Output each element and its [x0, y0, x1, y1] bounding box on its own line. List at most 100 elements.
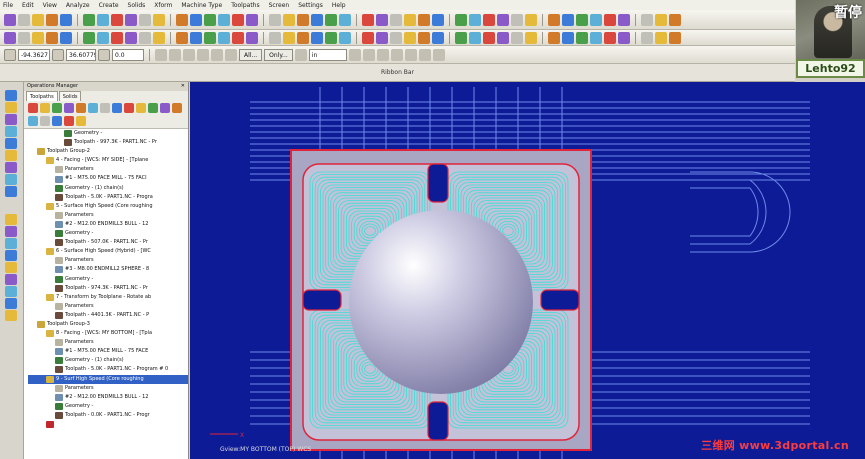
- secondary-tool-icon[interactable]: [562, 31, 574, 44]
- secondary-tool-icon[interactable]: [548, 31, 560, 44]
- tree-item[interactable]: 6 - Surface High Speed (Hybrid) - [WC: [28, 247, 188, 256]
- main-tool-icon[interactable]: [604, 13, 616, 26]
- secondary-tool-icon[interactable]: [46, 31, 58, 44]
- main-tool-icon[interactable]: [432, 13, 444, 26]
- main-tool-icon[interactable]: [83, 13, 95, 26]
- secondary-tool-icon[interactable]: [432, 31, 444, 44]
- tree-item[interactable]: [28, 420, 188, 429]
- tree-item[interactable]: Toolpath - 5.0K - PART1.NC - Program # 0: [28, 365, 188, 374]
- tree-item[interactable]: Toolpath - 974.3K - PART1.NC - Pr: [28, 284, 188, 293]
- secondary-tool-icon[interactable]: [618, 31, 630, 44]
- tree-item[interactable]: Parameters: [28, 302, 188, 311]
- main-tool-icon[interactable]: [111, 13, 123, 26]
- main-tool-icon[interactable]: [204, 13, 216, 26]
- only-button[interactable]: Only...: [264, 48, 293, 61]
- color-icon[interactable]: [183, 48, 195, 61]
- view-tool-icon[interactable]: [5, 310, 17, 321]
- main-tool-icon[interactable]: [562, 13, 574, 26]
- secondary-tool-icon[interactable]: [669, 31, 681, 44]
- x-coordinate-field[interactable]: -94.3627: [18, 48, 50, 61]
- view-tool-icon[interactable]: [5, 214, 17, 225]
- operations-tool-icon[interactable]: [88, 103, 98, 113]
- tree-item[interactable]: Parameters: [28, 384, 188, 393]
- point-style-icon[interactable]: [211, 48, 223, 61]
- secondary-tool-icon[interactable]: [218, 31, 230, 44]
- menu-item[interactable]: Edit: [22, 2, 34, 9]
- view-tool-icon[interactable]: [5, 138, 17, 149]
- operations-tool-icon[interactable]: [40, 115, 50, 126]
- main-tool-icon[interactable]: [655, 13, 667, 26]
- main-tool-icon[interactable]: [339, 13, 351, 26]
- tree-item[interactable]: Parameters: [28, 165, 188, 174]
- tree-item[interactable]: Parameters: [28, 338, 188, 347]
- secondary-tool-icon[interactable]: [4, 31, 16, 44]
- all-button[interactable]: All...: [239, 48, 263, 61]
- main-tool-icon[interactable]: [246, 13, 258, 26]
- view-tool-icon[interactable]: [5, 186, 17, 197]
- main-tool-icon[interactable]: [362, 13, 374, 26]
- tree-item[interactable]: Toolpath - 997.3K - PART1.NC - Pr: [28, 138, 188, 147]
- main-tool-icon[interactable]: [469, 13, 481, 26]
- menu-item[interactable]: View: [43, 2, 57, 9]
- units-select[interactable]: in: [308, 48, 347, 61]
- secondary-tool-icon[interactable]: [176, 31, 188, 44]
- main-tool-icon[interactable]: [283, 13, 295, 26]
- filter-icon[interactable]: [348, 48, 361, 61]
- z-lock-icon[interactable]: [98, 48, 110, 61]
- tree-item[interactable]: Toolpath Group-2: [28, 147, 188, 156]
- tree-item[interactable]: Geometry - (1) chain(s): [28, 356, 188, 365]
- secondary-tool-icon[interactable]: [139, 31, 151, 44]
- secondary-tool-icon[interactable]: [83, 31, 95, 44]
- secondary-tool-icon[interactable]: [418, 31, 430, 44]
- view-tool-icon[interactable]: [5, 274, 17, 285]
- secondary-tool-icon[interactable]: [483, 31, 495, 44]
- main-tool-icon[interactable]: [618, 13, 630, 26]
- secondary-tool-icon[interactable]: [111, 31, 123, 44]
- tab-toolpaths[interactable]: Toolpaths: [26, 91, 58, 101]
- view-tool-icon[interactable]: [5, 262, 17, 273]
- secondary-tool-icon[interactable]: [604, 31, 616, 44]
- menu-item[interactable]: Create: [99, 2, 119, 9]
- secondary-tool-icon[interactable]: [125, 31, 137, 44]
- main-tool-icon[interactable]: [46, 13, 58, 26]
- main-tool-icon[interactable]: [376, 13, 388, 26]
- tree-item[interactable]: #1 - M75.00 FACE MILL - 75 FACE: [28, 347, 188, 356]
- menu-item[interactable]: Solids: [128, 2, 146, 9]
- main-tool-icon[interactable]: [269, 13, 281, 26]
- secondary-tool-icon[interactable]: [376, 31, 388, 44]
- operations-tool-icon[interactable]: [52, 115, 62, 126]
- view-tool-icon[interactable]: [5, 250, 17, 261]
- secondary-tool-icon[interactable]: [32, 31, 44, 44]
- main-tool-icon[interactable]: [125, 13, 137, 26]
- main-tool-icon[interactable]: [311, 13, 323, 26]
- secondary-tool-icon[interactable]: [311, 31, 323, 44]
- operations-tool-icon[interactable]: [52, 103, 62, 113]
- secondary-tool-icon[interactable]: [97, 31, 109, 44]
- backplot-icon[interactable]: [390, 48, 403, 61]
- view-tool-icon[interactable]: [5, 226, 17, 237]
- main-tool-icon[interactable]: [153, 13, 165, 26]
- select-icon[interactable]: [294, 48, 307, 61]
- operations-tool-icon[interactable]: [172, 103, 182, 113]
- main-tool-icon[interactable]: [325, 13, 337, 26]
- secondary-tool-icon[interactable]: [339, 31, 351, 44]
- tree-item[interactable]: Toolpath - 4401.3K - PART1.NC - P: [28, 311, 188, 320]
- secondary-tool-icon[interactable]: [325, 31, 337, 44]
- view-tool-icon[interactable]: [5, 162, 17, 173]
- main-tool-icon[interactable]: [390, 13, 402, 26]
- view-tool-icon[interactable]: [5, 298, 17, 309]
- menu-item[interactable]: Machine Type: [181, 2, 222, 9]
- secondary-tool-icon[interactable]: [404, 31, 416, 44]
- tree-item[interactable]: Geometry -: [28, 275, 188, 284]
- secondary-tool-icon[interactable]: [18, 31, 30, 44]
- secondary-tool-icon[interactable]: [455, 31, 467, 44]
- tree-item[interactable]: Toolpath Group-3: [28, 320, 188, 329]
- secondary-tool-icon[interactable]: [60, 31, 72, 44]
- main-tool-icon[interactable]: [4, 13, 16, 26]
- main-tool-icon[interactable]: [483, 13, 495, 26]
- main-tool-icon[interactable]: [18, 13, 30, 26]
- view-tool-icon[interactable]: [5, 150, 17, 161]
- main-tool-icon[interactable]: [669, 13, 681, 26]
- tree-item[interactable]: 7 - Transform by Toolplane - Rotate ab: [28, 293, 188, 302]
- secondary-tool-icon[interactable]: [525, 31, 537, 44]
